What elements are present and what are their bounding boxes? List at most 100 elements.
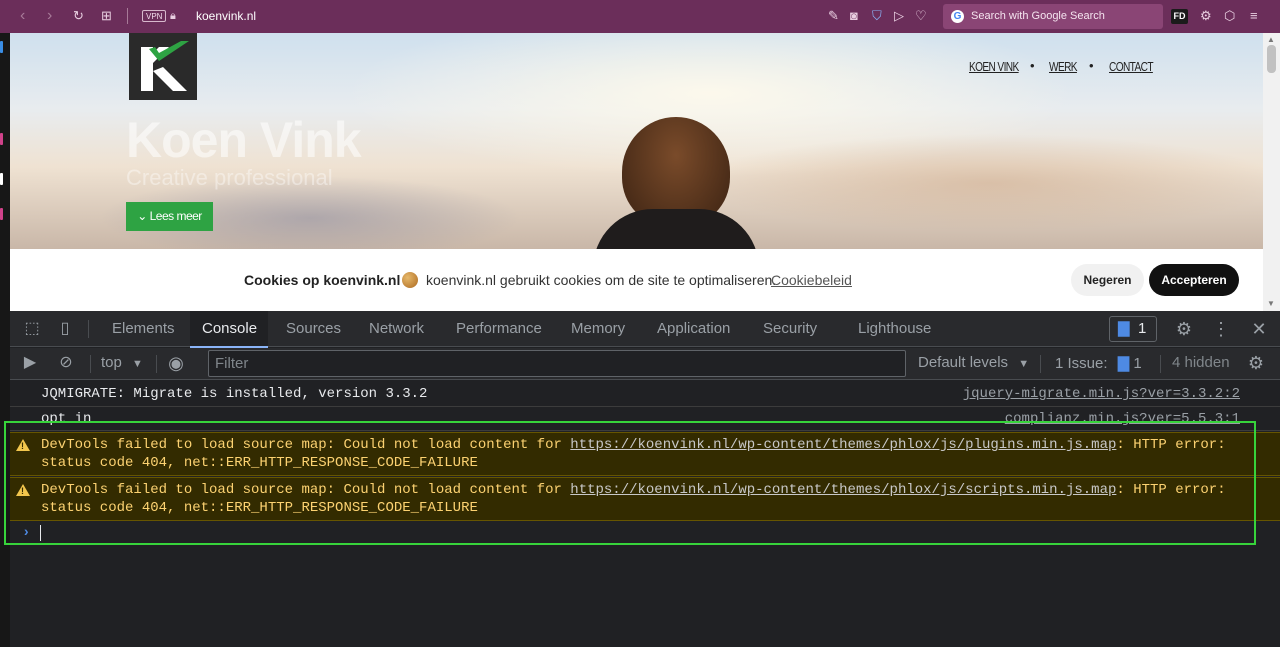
forward-icon[interactable]: › — [47, 7, 52, 25]
console-output: JQMIGRATE: Migrate is installed, version… — [10, 381, 1280, 647]
cookie-text: koenvink.nl gebruikt cookies om de site … — [426, 272, 777, 288]
source-map-link[interactable]: https://koenvink.nl/wp-content/themes/ph… — [570, 482, 1116, 498]
search-placeholder: Search with Google Search — [971, 10, 1105, 22]
tab-network[interactable]: Network — [359, 311, 424, 347]
nav-link-contact[interactable]: CONTACT — [1109, 59, 1154, 74]
devtools-tabbar: ⬚ ▯ Elements Console Sources Network Per… — [10, 311, 1280, 348]
cube-icon[interactable]: ⬡ — [1224, 7, 1235, 25]
scroll-down-icon[interactable]: ▼ — [1267, 299, 1275, 308]
nav-link-koen-vink[interactable]: KOEN VINK — [969, 59, 1019, 74]
reload-icon[interactable]: ↻ — [73, 7, 84, 25]
warning-prefix: DevTools failed to load source map: Coul… — [41, 482, 571, 498]
nav-link-werk[interactable]: WERK — [1049, 59, 1078, 74]
web-page: Koen Vink Creative professional ⌄ Lees m… — [10, 33, 1263, 311]
filter-placeholder: Filter — [215, 355, 249, 372]
warning-message-line2: status code 404, net::ERR_HTTP_RESPONSE_… — [41, 455, 478, 471]
warning-prefix: DevTools failed to load source map: Coul… — [41, 437, 571, 453]
side-panel-strip — [0, 33, 10, 647]
tab-lighthouse[interactable]: Lighthouse — [848, 311, 931, 347]
back-icon[interactable]: ‹ — [20, 7, 25, 25]
heart-icon[interactable]: ♡ — [915, 7, 927, 25]
panel-indicator[interactable] — [0, 41, 3, 53]
send-icon[interactable]: ▷ — [894, 7, 904, 25]
levels-dropdown[interactable]: Default levels ▼ — [918, 354, 1029, 371]
panel-indicator[interactable] — [0, 173, 3, 185]
panel-indicator[interactable] — [0, 208, 3, 220]
toolbar-divider — [1160, 355, 1161, 373]
eye-icon[interactable]: ◉ — [166, 353, 186, 373]
warning-entry: ! DevTools failed to load source map: Co… — [10, 477, 1280, 521]
warning-message-line2: status code 404, net::ERR_HTTP_RESPONSE_… — [41, 500, 478, 516]
edit-icon[interactable]: ✎ — [828, 7, 839, 25]
context-label: top — [101, 354, 122, 371]
toolbar-divider — [1040, 355, 1041, 373]
dropdown-arrow-icon: ▼ — [1018, 358, 1030, 370]
issues-inline-count: 1 — [1133, 355, 1142, 372]
console-toolbar: ▶ ⊘ top ▼ ◉ Filter Default levels ▼ 1 Is… — [10, 348, 1280, 380]
log-source-link[interactable]: complianz.min.js?ver=5.5.3:1 — [1005, 411, 1240, 427]
profile-badge[interactable]: FD — [1171, 9, 1188, 24]
message-icon: ▇ — [1117, 355, 1130, 372]
menu-icon[interactable]: ≡ — [1250, 7, 1258, 25]
console-settings-icon[interactable]: ⚙ — [1246, 353, 1266, 373]
tabs-grid-icon[interactable]: ⊞ — [101, 7, 112, 25]
search-input[interactable]: G Search with Google Search — [943, 4, 1163, 29]
panel-indicator[interactable] — [0, 133, 3, 145]
devtools-panel: ⬚ ▯ Elements Console Sources Network Per… — [10, 311, 1280, 647]
decline-cookies-button[interactable]: Negeren — [1071, 264, 1144, 296]
address-bar[interactable]: koenvink.nl — [196, 7, 256, 25]
tab-security[interactable]: Security — [753, 311, 817, 347]
console-input[interactable] — [40, 525, 41, 541]
issues-count: 1 — [1138, 320, 1147, 337]
hero-subtitle: Creative professional — [126, 165, 333, 190]
tab-application[interactable]: Application — [647, 311, 730, 347]
context-selector[interactable]: top ▼ — [101, 354, 143, 371]
site-logo[interactable] — [129, 33, 197, 100]
tab-sources[interactable]: Sources — [276, 311, 341, 347]
toolbar-divider — [156, 355, 157, 373]
tab-divider — [88, 320, 89, 338]
tab-memory[interactable]: Memory — [561, 311, 625, 347]
warning-suffix: : HTTP error: — [1116, 482, 1226, 498]
scroll-up-icon[interactable]: ▲ — [1267, 35, 1275, 44]
sidebar-toggle-icon[interactable]: ▶ — [20, 353, 40, 373]
page-scrollbar[interactable]: ▲ ▼ — [1263, 33, 1280, 311]
cookie-title: Cookies op koenvink.nl — [244, 272, 401, 288]
warning-suffix: : HTTP error: — [1116, 437, 1226, 453]
issues-toolbar-button[interactable]: 1 Issue: ▇ 1 — [1055, 354, 1142, 372]
warning-icon: ! — [16, 484, 30, 496]
hero-section: Koen Vink Creative professional ⌄ Lees m… — [10, 33, 1263, 269]
camera-icon[interactable]: ◙ — [850, 7, 858, 25]
lees-meer-button[interactable]: ⌄ Lees meer — [126, 202, 213, 231]
filter-input[interactable]: Filter — [208, 350, 906, 377]
close-icon[interactable]: ✕ — [1249, 319, 1269, 339]
accept-cookies-button[interactable]: Accepteren — [1149, 264, 1239, 296]
tab-console[interactable]: Console — [190, 311, 268, 348]
lock-icon[interactable]: 🔒︎ — [170, 7, 176, 25]
more-options-icon[interactable]: ⋮ — [1211, 319, 1231, 339]
inspect-element-icon[interactable]: ⬚ — [22, 319, 42, 339]
tab-performance[interactable]: Performance — [446, 311, 542, 347]
cookie-policy-link[interactable]: Cookiebeleid — [771, 272, 852, 288]
log-entry: opt in complianz.min.js?ver=5.5.3:1 — [10, 407, 1280, 431]
issues-badge-button[interactable]: ▇ 1 — [1109, 316, 1157, 342]
cookie-banner: Cookies op koenvink.nl koenvink.nl gebru… — [10, 249, 1263, 311]
issues-label: 1 Issue: — [1055, 355, 1108, 372]
device-toolbar-icon[interactable]: ▯ — [55, 319, 75, 339]
warning-icon: ! — [16, 439, 30, 451]
lees-meer-label: Lees meer — [149, 209, 203, 223]
settings-icon[interactable]: ⚙ — [1200, 7, 1212, 25]
hidden-count: 4 hidden — [1172, 354, 1230, 371]
vpn-badge[interactable]: VPN — [142, 10, 167, 22]
nav-separator: • — [1030, 58, 1035, 73]
log-message: opt in — [41, 411, 92, 427]
shield-icon[interactable]: ⛉ — [872, 7, 882, 25]
clear-console-icon[interactable]: ⊘ — [56, 353, 76, 373]
warning-entry: ! DevTools failed to load source map: Co… — [10, 432, 1280, 476]
scrollbar-thumb[interactable] — [1267, 45, 1276, 73]
gear-icon[interactable]: ⚙ — [1174, 319, 1194, 339]
cookie-icon — [402, 272, 418, 288]
tab-elements[interactable]: Elements — [102, 311, 182, 347]
log-source-link[interactable]: jquery-migrate.min.js?ver=3.3.2:2 — [963, 386, 1240, 402]
source-map-link[interactable]: https://koenvink.nl/wp-content/themes/ph… — [570, 437, 1116, 453]
